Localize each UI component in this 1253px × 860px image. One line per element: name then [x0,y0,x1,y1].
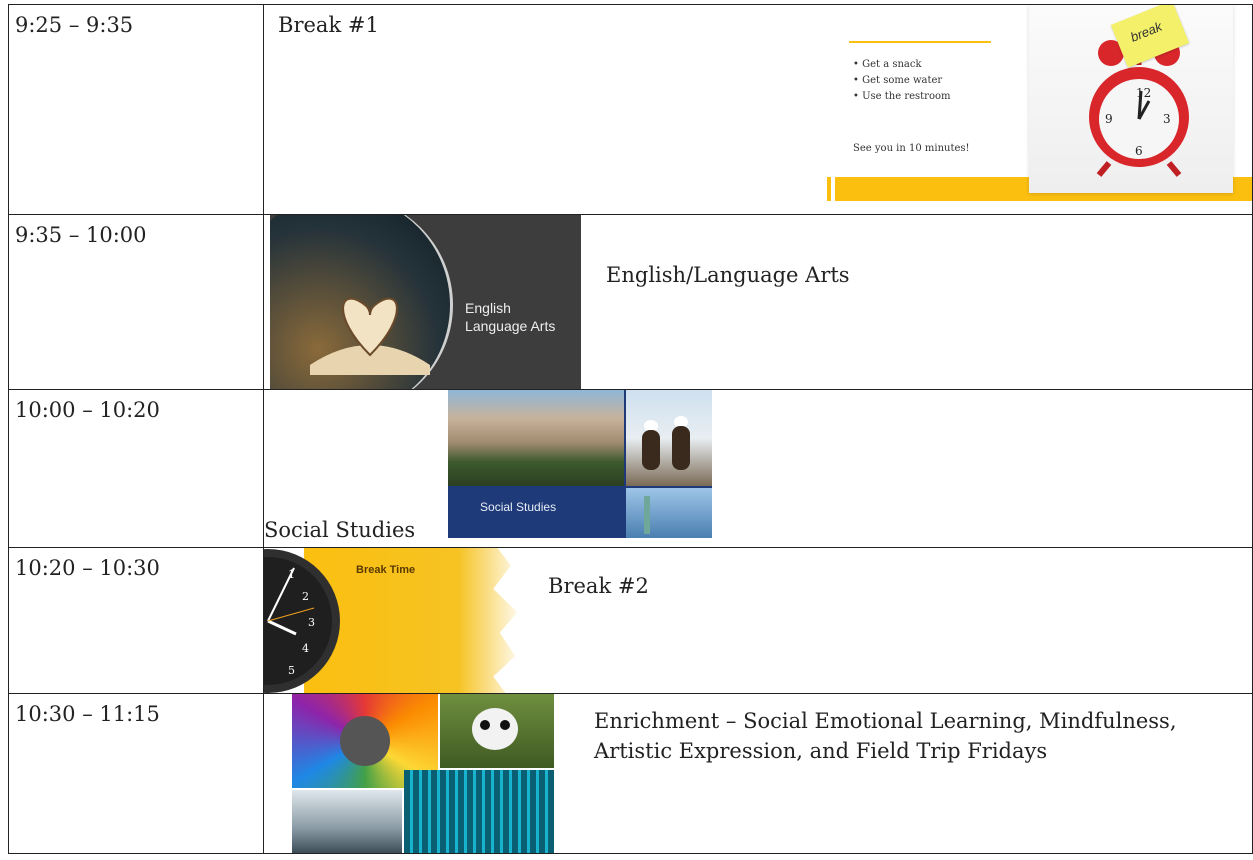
slide-footer: See you in 10 minutes! [853,143,970,154]
activity-label: Break #1 [278,13,379,37]
book-heart-icon [310,297,431,375]
svg-text:4: 4 [302,642,309,655]
clock-icon: 1 2 3 4 5 [264,549,341,693]
slide-bullet: • Get a snack [853,59,922,70]
enrichment-collage-image [292,694,555,853]
panda-photo [440,694,555,768]
activity-label-line: Artistic Expression, and Field Trip Frid… [594,739,1048,763]
svg-text:3: 3 [1163,112,1171,126]
svg-text:5: 5 [288,664,295,677]
activity-label-line: Enrichment – Social Emotional Learning, … [594,709,1177,733]
activity-cell: Social Studies Social Studies [263,389,1253,548]
statue-of-liberty-photo [626,488,713,538]
ela-slide-image: English Language Arts [270,215,582,389]
activity-label: English/Language Arts [606,263,850,287]
table-row: 10:20 – 10:30 1 2 3 4 5 Break Time [7,547,1253,694]
skydiver-photo [292,790,403,853]
slide-title: Break Time [356,564,416,576]
table-row: 9:35 – 10:00 English Language Arts Engli… [7,214,1253,390]
slide-bullet: • Use the restroom [853,91,951,102]
time-cell: 9:35 – 10:00 [7,214,265,390]
svg-text:12: 12 [1136,86,1151,100]
sticky-note-text: break [1128,18,1165,45]
slide-title-line: Language Arts [465,318,556,334]
time-cell: 10:20 – 10:30 [7,547,265,694]
eagles-photo [626,390,713,486]
slide-bullet: • Get some water [853,75,943,86]
svg-text:3: 3 [308,616,315,629]
schedule-table: 9:25 – 9:35 Break #1 • Get a snack • Get… [7,4,1253,854]
activity-cell: English Language Arts English/Language A… [263,214,1253,390]
break-time-slide-image: 1 2 3 4 5 Break Time [264,548,525,693]
slide-title-line: English [465,300,511,316]
time-cell: 10:30 – 11:15 [7,693,265,854]
alarm-clock-photo: 12 3 6 9 break [1029,5,1234,193]
svg-text:2: 2 [302,590,309,603]
svg-text:9: 9 [1105,112,1113,126]
activity-label: Break #2 [548,574,649,598]
activity-cell: Enrichment – Social Emotional Learning, … [263,693,1253,854]
table-row: 10:30 – 11:15 Enrichment – Social Emotio… [7,693,1253,854]
table-row: 9:25 – 9:35 Break #1 • Get a snack • Get… [7,4,1253,215]
time-cell: 9:25 – 9:35 [7,4,265,215]
circuit-board-photo [404,770,555,853]
activity-label: Enrichment – Social Emotional Learning, … [594,706,1176,766]
slide-caption: Social Studies [480,500,557,514]
activity-cell: 1 2 3 4 5 Break Time Break #2 [263,547,1253,694]
social-studies-slide-image: Social Studies [448,390,713,538]
break-slide-image: • Get a snack • Get some water • Use the… [827,5,1252,214]
activity-cell: Break #1 • Get a snack • Get some water … [263,4,1253,215]
time-cell: 10:00 – 10:20 [7,389,265,548]
activity-label: Social Studies [264,518,416,542]
mount-rushmore-photo [448,390,625,486]
svg-text:6: 6 [1135,144,1143,158]
table-row: 10:00 – 10:20 Social Studies Social Stud… [7,389,1253,548]
